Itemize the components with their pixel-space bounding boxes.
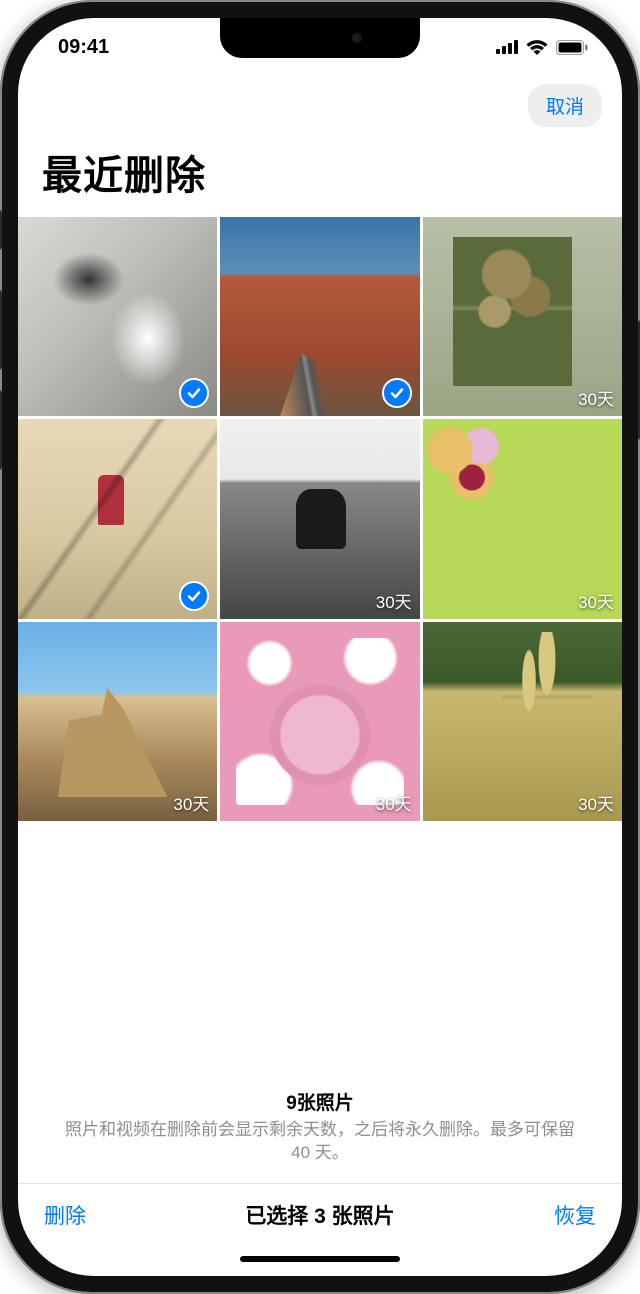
footer-info: 9张照片 照片和视频在删除前会显示剩余天数，之后将永久删除。最多可保留 40 天…	[18, 1088, 622, 1183]
cellular-icon	[496, 40, 518, 54]
checkmark-icon	[382, 378, 412, 408]
photo-grid: 30天 30天 30天 30天 30天 30天	[18, 217, 622, 821]
photo-count: 9张照片	[58, 1088, 582, 1115]
cancel-button[interactable]: 取消	[528, 84, 602, 127]
page-title: 最近删除	[18, 131, 622, 217]
days-remaining-badge: 30天	[173, 790, 209, 815]
photo-thumbnail[interactable]: 30天	[423, 419, 622, 618]
photo-thumbnail[interactable]: 30天	[18, 622, 217, 821]
photo-thumbnail[interactable]	[18, 419, 217, 618]
screen: 09:41 取消 最近删除 30天 30天 30天 30天 30天 30天 9张照片 照片…	[18, 18, 622, 1276]
days-remaining-badge: 30天	[578, 385, 614, 410]
days-remaining-badge: 30天	[376, 588, 412, 613]
iphone-frame: 09:41 取消 最近删除 30天 30天 30天 30天 30天 30天 9张照片 照片…	[0, 0, 640, 1294]
status-time: 09:41	[58, 36, 109, 59]
home-indicator[interactable]	[18, 1242, 622, 1276]
checkmark-icon	[179, 581, 209, 611]
days-remaining-badge: 30天	[376, 790, 412, 815]
days-remaining-badge: 30天	[578, 790, 614, 815]
wifi-icon	[526, 39, 548, 55]
photo-thumbnail[interactable]: 30天	[423, 217, 622, 416]
photo-thumbnail[interactable]: 30天	[220, 419, 419, 618]
retention-description: 照片和视频在删除前会显示剩余天数，之后将永久删除。最多可保留 40 天。	[58, 1119, 582, 1165]
volume-down	[0, 390, 2, 470]
delete-button[interactable]: 删除	[44, 1200, 86, 1230]
bottom-toolbar: 删除 已选择 3 张照片 恢复	[18, 1183, 622, 1242]
photo-thumbnail[interactable]	[220, 217, 419, 416]
selection-status: 已选择 3 张照片	[245, 1200, 394, 1230]
notch	[220, 18, 420, 58]
mute-switch	[0, 210, 2, 250]
nav-bar: 取消	[18, 76, 622, 131]
photo-thumbnail[interactable]: 30天	[423, 622, 622, 821]
photo-thumbnail[interactable]: 30天	[220, 622, 419, 821]
days-remaining-badge: 30天	[578, 588, 614, 613]
status-indicators	[496, 39, 588, 55]
battery-icon	[556, 40, 588, 55]
volume-up	[0, 290, 2, 370]
spacer	[18, 821, 622, 1088]
recover-button[interactable]: 恢复	[554, 1200, 596, 1230]
photo-thumbnail[interactable]	[18, 217, 217, 416]
